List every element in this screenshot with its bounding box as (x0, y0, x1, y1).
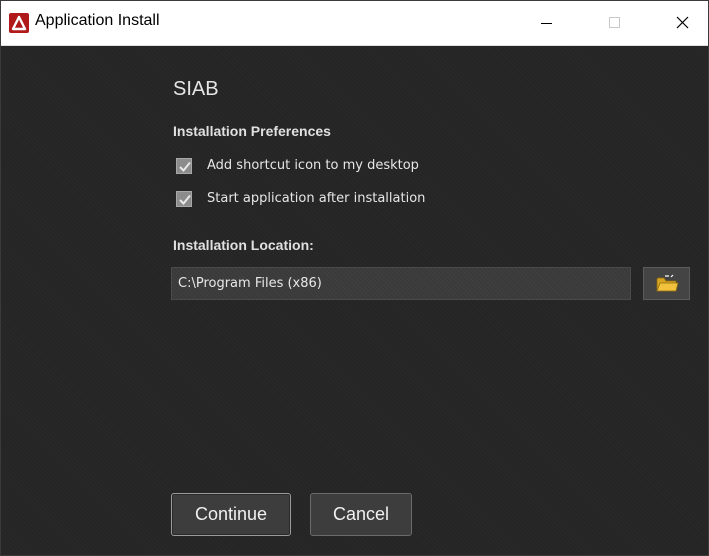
browse-folder-button[interactable] (643, 267, 690, 300)
minimize-icon (541, 23, 552, 24)
checkmark-icon (179, 194, 191, 205)
shortcut-option-label: Add shortcut icon to my desktop (207, 158, 419, 173)
adobe-air-icon (9, 13, 29, 33)
start-after-install-checkbox[interactable] (176, 191, 192, 207)
maximize-icon (609, 17, 620, 28)
cancel-button[interactable]: Cancel (310, 493, 412, 536)
close-icon (676, 16, 689, 29)
folder-icon (656, 274, 679, 292)
application-name: SIAB (173, 78, 219, 100)
installer-window: Application Install SIAB Installation Pr… (0, 0, 709, 556)
close-button[interactable] (659, 1, 705, 45)
installer-content: SIAB Installation Preferences Add shortc… (1, 46, 708, 555)
install-location-input[interactable]: C:\Program Files (x86) (171, 267, 631, 300)
continue-button[interactable]: Continue (171, 493, 291, 536)
window-title: Application Install (35, 12, 160, 29)
title-bar[interactable]: Application Install (1, 1, 708, 46)
preferences-heading: Installation Preferences (173, 123, 331, 139)
minimize-button[interactable] (523, 1, 569, 45)
start-after-install-label: Start application after installation (207, 191, 426, 206)
maximize-button[interactable] (591, 1, 637, 45)
shortcut-checkbox[interactable] (176, 158, 192, 174)
checkmark-icon (179, 161, 191, 172)
location-heading: Installation Location: (173, 237, 314, 253)
